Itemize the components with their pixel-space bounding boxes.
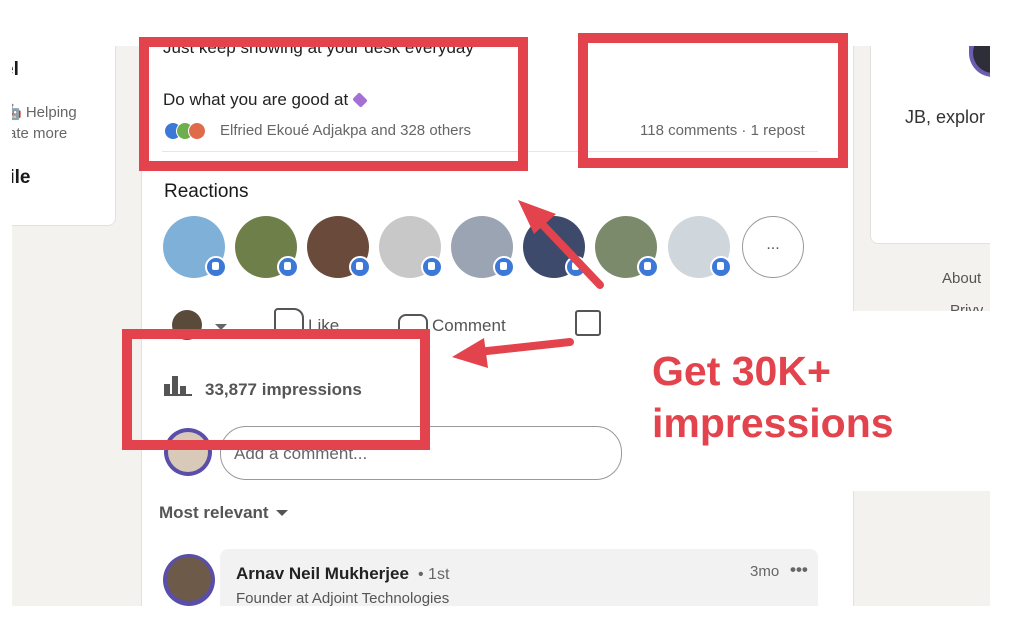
callout-line1: Get 30K+ — [652, 348, 831, 394]
arrow-to-reactors — [536, 218, 604, 289]
arrow-head-icon — [452, 338, 488, 368]
arrow-to-impressions — [474, 338, 574, 356]
callout-line2: impressions — [652, 400, 894, 446]
callout-text: Get 30K+ impressions — [652, 345, 894, 449]
annotation-arrows — [452, 200, 604, 368]
